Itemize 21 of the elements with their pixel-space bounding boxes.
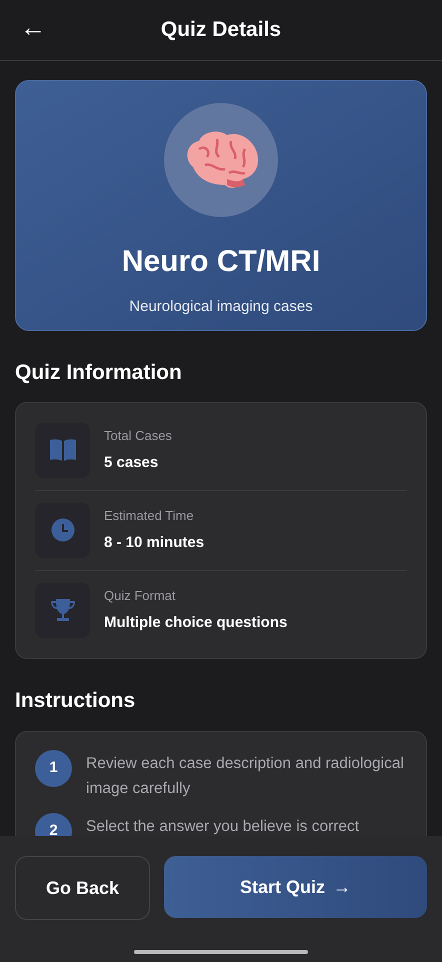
info-label: Quiz Format	[104, 587, 177, 605]
step-text: Select the answer you believe is correct	[86, 817, 360, 836]
step-number: 1	[35, 750, 72, 787]
section-heading: Instructions	[15, 688, 136, 714]
info-value: 8 - 10 minutes	[104, 532, 204, 552]
info-value: 5 cases	[104, 452, 160, 472]
screen-title: Quiz Details	[160, 17, 282, 44]
start-quiz-button[interactable]: Start Quiz →	[164, 856, 427, 918]
step-text: Review each case description and radiological image carefully	[86, 754, 405, 799]
info-label: Total Cases	[104, 427, 172, 445]
section-heading: Quiz Information	[15, 360, 183, 386]
book-icon	[48, 438, 76, 462]
step-number: 2	[35, 813, 72, 836]
trophy-icon	[50, 597, 76, 623]
back-button[interactable]: ←	[16, 14, 50, 40]
go-back-button[interactable]: Go Back	[15, 856, 150, 920]
info-value: Multiple choice questions	[104, 612, 288, 632]
quiz-title: Neuro CT/MRI	[122, 244, 320, 280]
clock-icon	[50, 518, 74, 542]
info-label: Estimated Time	[104, 507, 195, 525]
quiz-subtitle: Neurological imaging cases	[129, 297, 313, 317]
